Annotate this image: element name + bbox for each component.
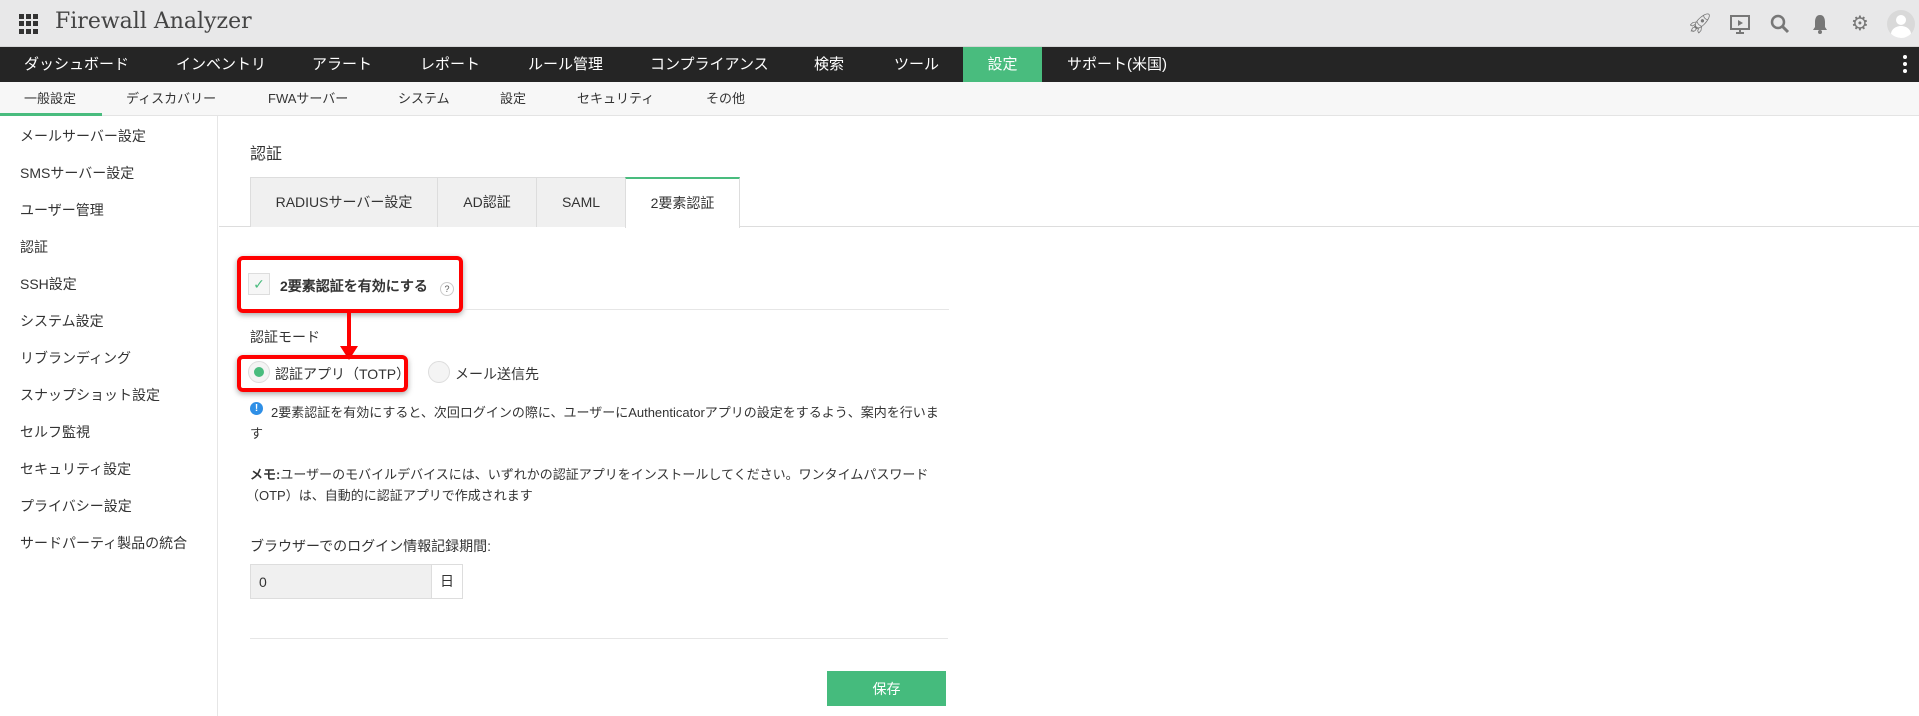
sidebar-item-system[interactable]: システム設定 <box>20 311 104 331</box>
save-button[interactable]: 保存 <box>827 671 946 706</box>
top-header: Firewall Analyzer 🚀︎ ⚙︎ <box>0 0 1919 47</box>
remember-period-input[interactable] <box>251 565 431 598</box>
sidebar-item-authentication[interactable]: 認証 <box>20 237 48 257</box>
gear-icon[interactable]: ⚙︎ <box>1847 11 1873 37</box>
radio-email-label[interactable]: メール送信先 <box>455 364 539 384</box>
nav-alerts[interactable]: アラート <box>312 47 372 82</box>
page-title: 認証 <box>250 146 283 163</box>
sidebar-item-mail-server[interactable]: メールサーバー設定 <box>20 126 146 146</box>
sidebar-item-ssh[interactable]: SSH設定 <box>20 274 77 294</box>
remember-period-label: ブラウザーでのログイン情報記録期間: <box>250 538 492 554</box>
help-icon[interactable]: ? <box>440 282 454 296</box>
nav-tools[interactable]: ツール <box>894 47 939 82</box>
sidebar-item-user-management[interactable]: ユーザー管理 <box>20 200 104 220</box>
nav-settings[interactable]: 設定 <box>963 47 1042 82</box>
subnav-system[interactable]: システム <box>398 82 450 115</box>
info-text-line1: 2要素認証を有効にすると、次回ログインの際に、ユーザーにAuthenticato… <box>271 405 939 420</box>
auth-mode-label: 認証モード <box>250 329 320 345</box>
nav-rule-management[interactable]: ルール管理 <box>528 47 603 82</box>
subnav-general[interactable]: 一般設定 <box>24 82 76 115</box>
presentation-icon[interactable] <box>1727 11 1753 37</box>
sidebar-item-self-monitoring[interactable]: セルフ監視 <box>20 422 90 442</box>
tab-radius[interactable]: RADIUSサーバー設定 <box>250 177 438 227</box>
nav-compliance[interactable]: コンプライアンス <box>650 47 769 82</box>
radio-totp-label[interactable]: 認証アプリ（TOTP） <box>275 364 410 384</box>
sidebar-item-rebranding[interactable]: リブランディング <box>20 348 131 368</box>
sidebar-item-snapshot[interactable]: スナップショット設定 <box>20 385 160 405</box>
days-unit: 日 <box>431 565 462 598</box>
sidebar-item-security[interactable]: セキュリティ設定 <box>20 459 131 479</box>
main-nav: ダッシュボード インベントリ アラート レポート ルール管理 コンプライアンス … <box>0 47 1919 82</box>
app-title: Firewall Analyzer <box>55 9 252 34</box>
apps-grid-icon[interactable] <box>19 14 39 34</box>
nav-support[interactable]: サポート(米国) <box>1067 47 1167 82</box>
arrow-annotation <box>347 311 351 349</box>
tab-saml[interactable]: SAML <box>536 177 626 227</box>
user-avatar-icon[interactable] <box>1887 9 1915 38</box>
subnav-other[interactable]: その他 <box>706 82 745 115</box>
rocket-icon[interactable]: 🚀︎ <box>1687 11 1713 37</box>
remember-period-field: 日 <box>250 564 463 599</box>
info-icon: ! <box>250 402 263 415</box>
radio-totp[interactable] <box>248 361 270 383</box>
sub-nav: 一般設定 ディスカバリー FWAサーバー システム 設定 セキュリティ その他 <box>0 82 1919 116</box>
memo-text-line1: ユーザーのモバイルデバイスには、いずれかの認証アプリをインストールしてください。… <box>280 467 929 482</box>
more-menu-icon[interactable] <box>1903 55 1907 76</box>
bell-icon[interactable] <box>1807 11 1833 37</box>
radio-email[interactable] <box>428 361 450 383</box>
sidebar-item-sms-server[interactable]: SMSサーバー設定 <box>20 163 134 183</box>
tab-ad[interactable]: AD認証 <box>437 177 537 227</box>
sidebar-item-privacy[interactable]: プライバシー設定 <box>20 496 132 516</box>
subnav-security[interactable]: セキュリティ <box>577 82 654 115</box>
nav-search[interactable]: 検索 <box>814 47 844 82</box>
sidebar-item-third-party[interactable]: サードパーティ製品の統合 <box>20 533 187 553</box>
search-icon[interactable] <box>1767 11 1793 37</box>
subnav-fwa-server[interactable]: FWAサーバー <box>268 82 348 115</box>
enable-2fa-label: 2要素認証を有効にする <box>280 278 428 294</box>
subnav-settings[interactable]: 設定 <box>500 82 526 115</box>
info-text-line2: す <box>250 426 264 441</box>
tab-two-factor[interactable]: 2要素認証 <box>625 177 740 228</box>
subnav-discovery[interactable]: ディスカバリー <box>126 82 216 115</box>
nav-inventory[interactable]: インベントリ <box>176 47 266 82</box>
sidebar: メールサーバー設定 SMSサーバー設定 ユーザー管理 認証 SSH設定 システム… <box>0 116 218 716</box>
nav-reports[interactable]: レポート <box>420 47 480 82</box>
nav-dashboard[interactable]: ダッシュボード <box>24 47 129 82</box>
enable-2fa-checkbox[interactable]: ✓ <box>248 273 270 295</box>
main-content: 認証 RADIUSサーバー設定 AD認証 SAML 2要素認証 ✓ 2要素認証を… <box>219 116 1919 716</box>
memo-text-line2: （OTP）は、自動的に認証アプリで作成されます <box>246 488 533 503</box>
memo-label: メモ: <box>250 467 281 482</box>
divider <box>463 309 949 310</box>
divider <box>250 638 948 639</box>
